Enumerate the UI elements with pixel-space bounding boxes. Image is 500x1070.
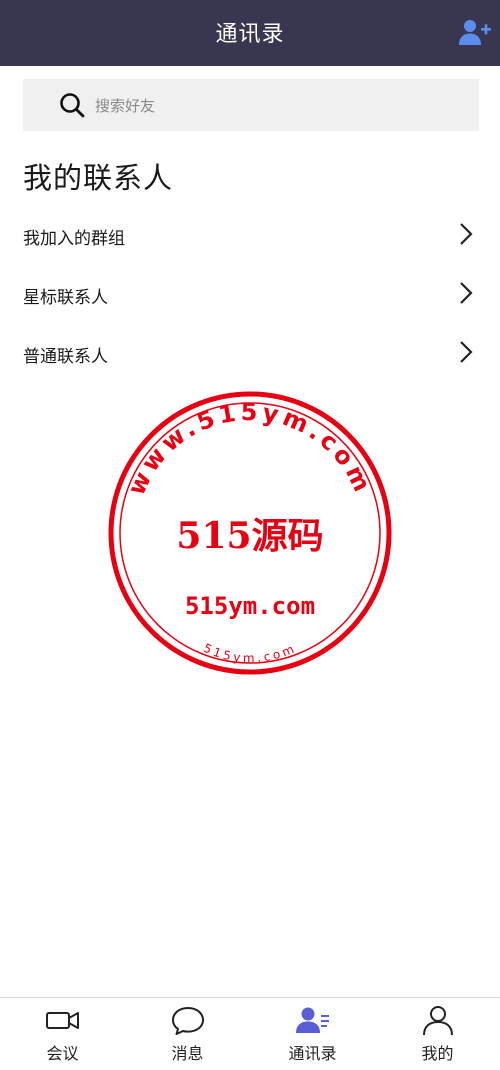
chevron-right-icon <box>460 282 473 304</box>
tab-label: 消息 <box>171 1044 204 1063</box>
page-title: 通讯录 <box>215 22 285 47</box>
tab-label: 通讯录 <box>288 1044 337 1063</box>
chevron-right-icon <box>460 223 473 245</box>
tab-me[interactable]: 我的 <box>375 998 500 1070</box>
search-bar[interactable] <box>23 79 479 131</box>
list-item-label: 我加入的群组 <box>23 229 125 249</box>
list-item-groups[interactable]: 我加入的群组 <box>23 212 479 256</box>
section-title: 我的联系人 <box>23 161 174 195</box>
svg-text:www.515ym.com: www.515ym.com <box>122 398 378 500</box>
tab-meeting[interactable]: 会议 <box>0 998 125 1070</box>
watermark-domain-text: 515ym.com <box>185 592 315 620</box>
tab-label: 会议 <box>46 1044 79 1063</box>
watermark-ring-text: www.515ym.com <box>122 398 374 500</box>
add-contact-button[interactable] <box>458 18 492 48</box>
contacts-icon <box>296 1007 329 1033</box>
search-input[interactable] <box>93 91 457 121</box>
list-item-starred[interactable]: 星标联系人 <box>23 271 479 315</box>
video-camera-icon <box>46 1012 79 1029</box>
watermark-center-text: 515源码 <box>176 515 323 557</box>
bottom-tab-bar: 会议 消息 通讯录 我的 <box>0 997 500 1070</box>
watermark-small-ring-text: 515ym.com <box>201 641 295 665</box>
svg-text:515ym.com: 515ym.com <box>201 641 298 665</box>
top-bar: 通讯录 <box>0 0 500 66</box>
tab-messages[interactable]: 消息 <box>125 998 250 1070</box>
list-item-regular[interactable]: 普通联系人 <box>23 330 479 374</box>
add-contact-icon <box>459 20 491 45</box>
watermark-stamp: www.515ym.com 515源码 515ym.com 515ym.com <box>108 391 392 675</box>
list-item-label: 普通联系人 <box>23 347 108 367</box>
user-icon <box>423 1006 453 1036</box>
tab-label: 我的 <box>421 1044 454 1063</box>
list-item-label: 星标联系人 <box>23 288 108 308</box>
search-icon <box>60 93 85 118</box>
tab-contacts[interactable]: 通讯录 <box>250 998 375 1070</box>
chevron-right-icon <box>460 341 473 363</box>
chat-bubble-icon <box>172 1007 204 1035</box>
